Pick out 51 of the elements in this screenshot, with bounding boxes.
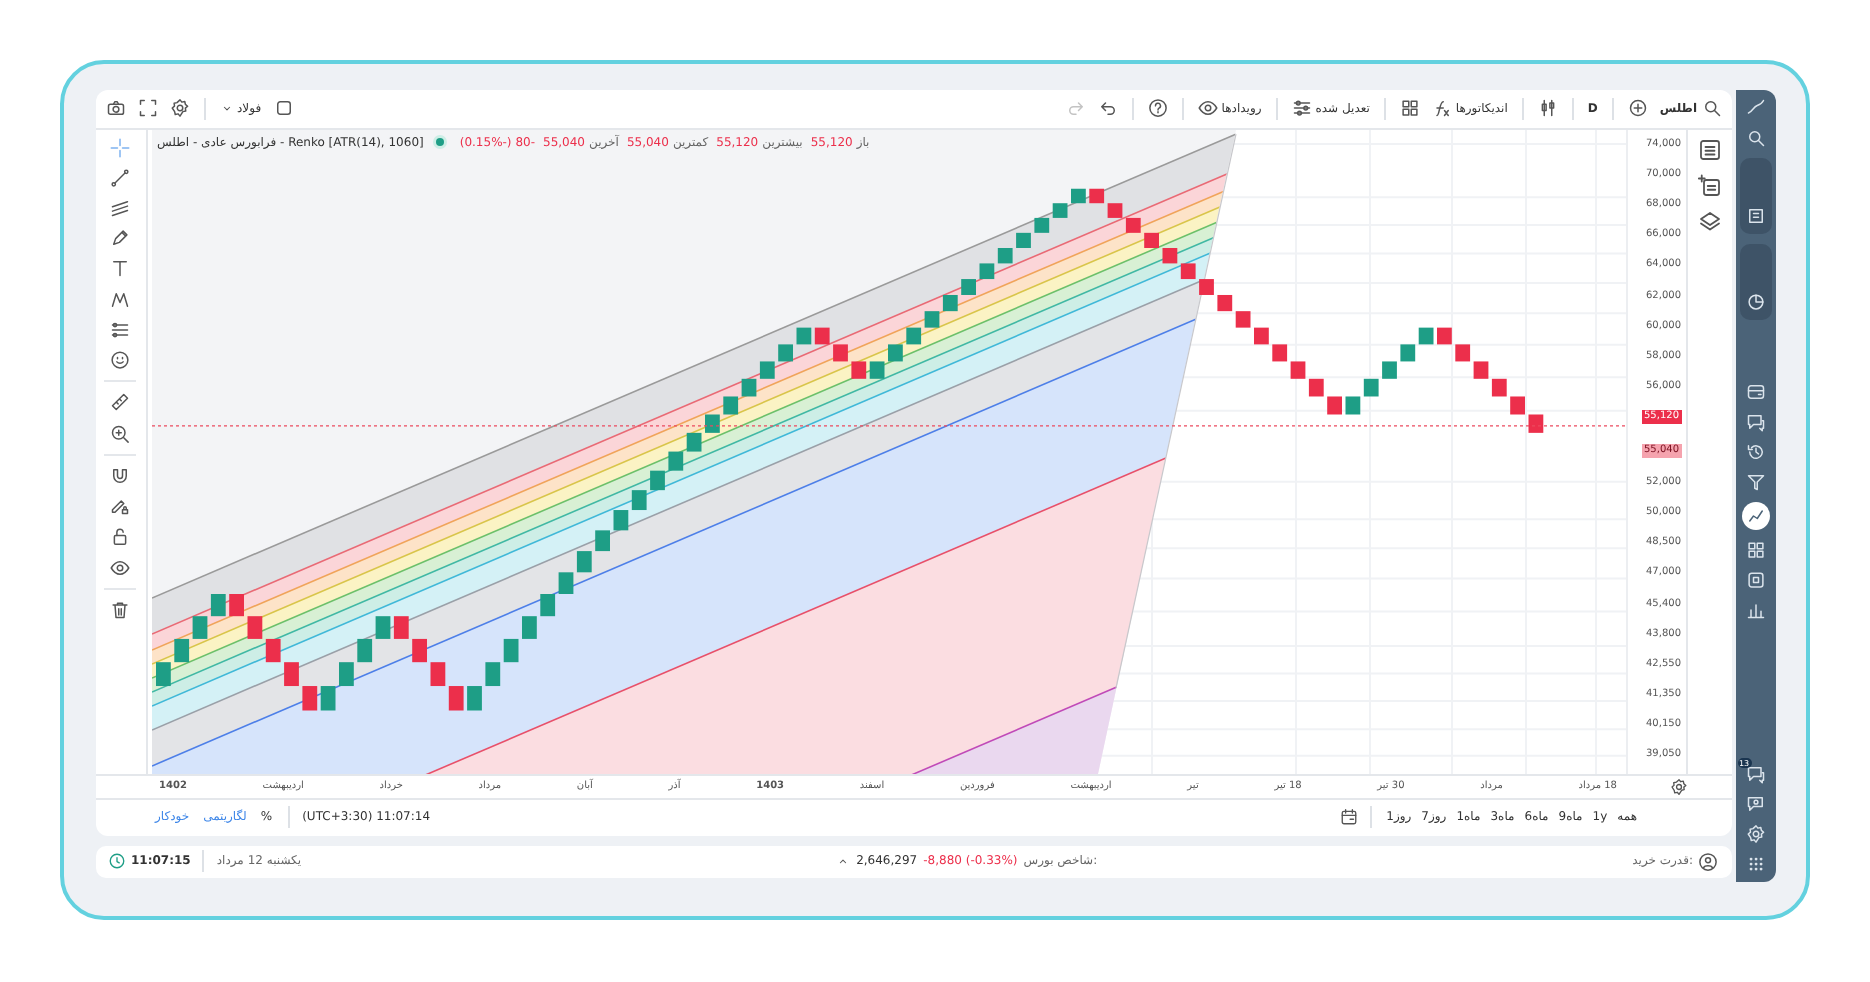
eye-icon[interactable] <box>110 557 130 578</box>
settings-icon[interactable] <box>1669 777 1687 796</box>
box-icon[interactable] <box>1745 570 1765 591</box>
plus-circle-icon[interactable] <box>1627 98 1648 119</box>
zigzag-icon[interactable] <box>110 289 130 310</box>
logo-icon[interactable] <box>1745 97 1765 117</box>
help-icon[interactable] <box>1147 98 1168 119</box>
funnel-icon[interactable] <box>1745 472 1765 493</box>
chat-icon[interactable] <box>1745 764 1765 784</box>
ruler-icon[interactable] <box>110 392 130 413</box>
candlestick-icon[interactable] <box>1537 98 1558 119</box>
portfolio-tab[interactable] <box>1745 291 1765 311</box>
pencil-lock-icon[interactable] <box>110 496 130 517</box>
apps-icon[interactable] <box>1745 854 1765 874</box>
measure-lines-icon[interactable] <box>110 319 130 340</box>
undo-icon[interactable] <box>1097 98 1118 119</box>
grid-icon[interactable] <box>1745 540 1765 561</box>
zoom-in-icon[interactable] <box>110 423 130 444</box>
text-tool-icon[interactable] <box>110 258 130 279</box>
chat-icon[interactable] <box>1745 412 1765 433</box>
sliders-icon <box>1291 98 1312 119</box>
chart-icon[interactable] <box>1741 502 1769 531</box>
function-icon <box>1431 98 1452 119</box>
smiley-icon[interactable] <box>110 350 130 371</box>
settings-icon[interactable] <box>169 98 189 119</box>
trash-icon[interactable] <box>110 599 130 620</box>
wallet-icon[interactable] <box>1745 382 1765 403</box>
parallel-lines-icon[interactable] <box>110 198 130 219</box>
caret-up-icon[interactable] <box>836 854 851 868</box>
pen-icon[interactable] <box>110 228 130 249</box>
search-icon[interactable] <box>1745 127 1765 147</box>
calendar-icon[interactable] <box>1340 808 1359 827</box>
search-icon <box>1701 98 1721 119</box>
square-icon[interactable] <box>273 98 294 119</box>
chat-settings-icon[interactable] <box>1745 794 1765 814</box>
watchlist-tab[interactable] <box>1745 205 1765 225</box>
layers-icon[interactable] <box>1697 209 1721 234</box>
lock-icon[interactable] <box>110 526 130 547</box>
eye-icon <box>1197 98 1218 119</box>
list-add-icon[interactable] <box>1697 173 1721 198</box>
chevron-down-icon <box>219 101 233 116</box>
magnet-icon[interactable] <box>110 465 130 486</box>
bar-chart-icon[interactable] <box>1745 600 1765 621</box>
user-icon[interactable] <box>1698 851 1719 871</box>
grid-icon[interactable] <box>1399 98 1420 119</box>
fullscreen-icon[interactable] <box>137 98 157 119</box>
trend-line-icon[interactable] <box>110 167 130 188</box>
list-icon[interactable] <box>1697 137 1721 162</box>
clock-icon <box>107 852 125 870</box>
history-icon[interactable] <box>1745 442 1765 463</box>
camera-icon[interactable] <box>105 98 125 119</box>
